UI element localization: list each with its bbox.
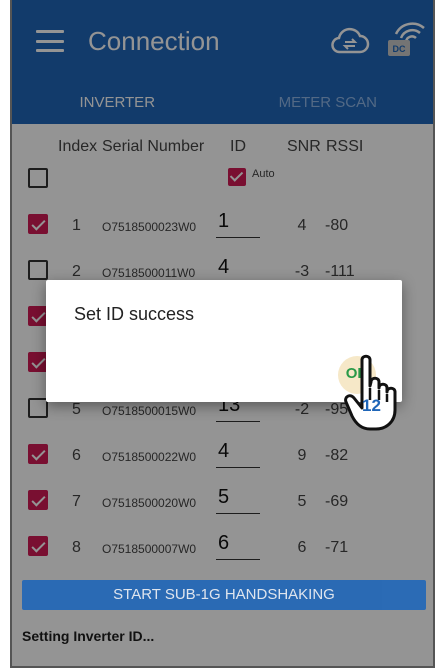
app-screen: Connection DC INVERTER METER SCAN Index … bbox=[10, 0, 435, 668]
pointer-hand-icon bbox=[344, 354, 397, 431]
start-handshaking-button[interactable]: START SUB-1G HANDSHAKING bbox=[22, 580, 426, 610]
status-text: Setting Inverter ID... bbox=[22, 628, 155, 644]
dialog-message: Set ID success bbox=[74, 304, 195, 324]
step-number-badge: 12 bbox=[362, 396, 381, 415]
